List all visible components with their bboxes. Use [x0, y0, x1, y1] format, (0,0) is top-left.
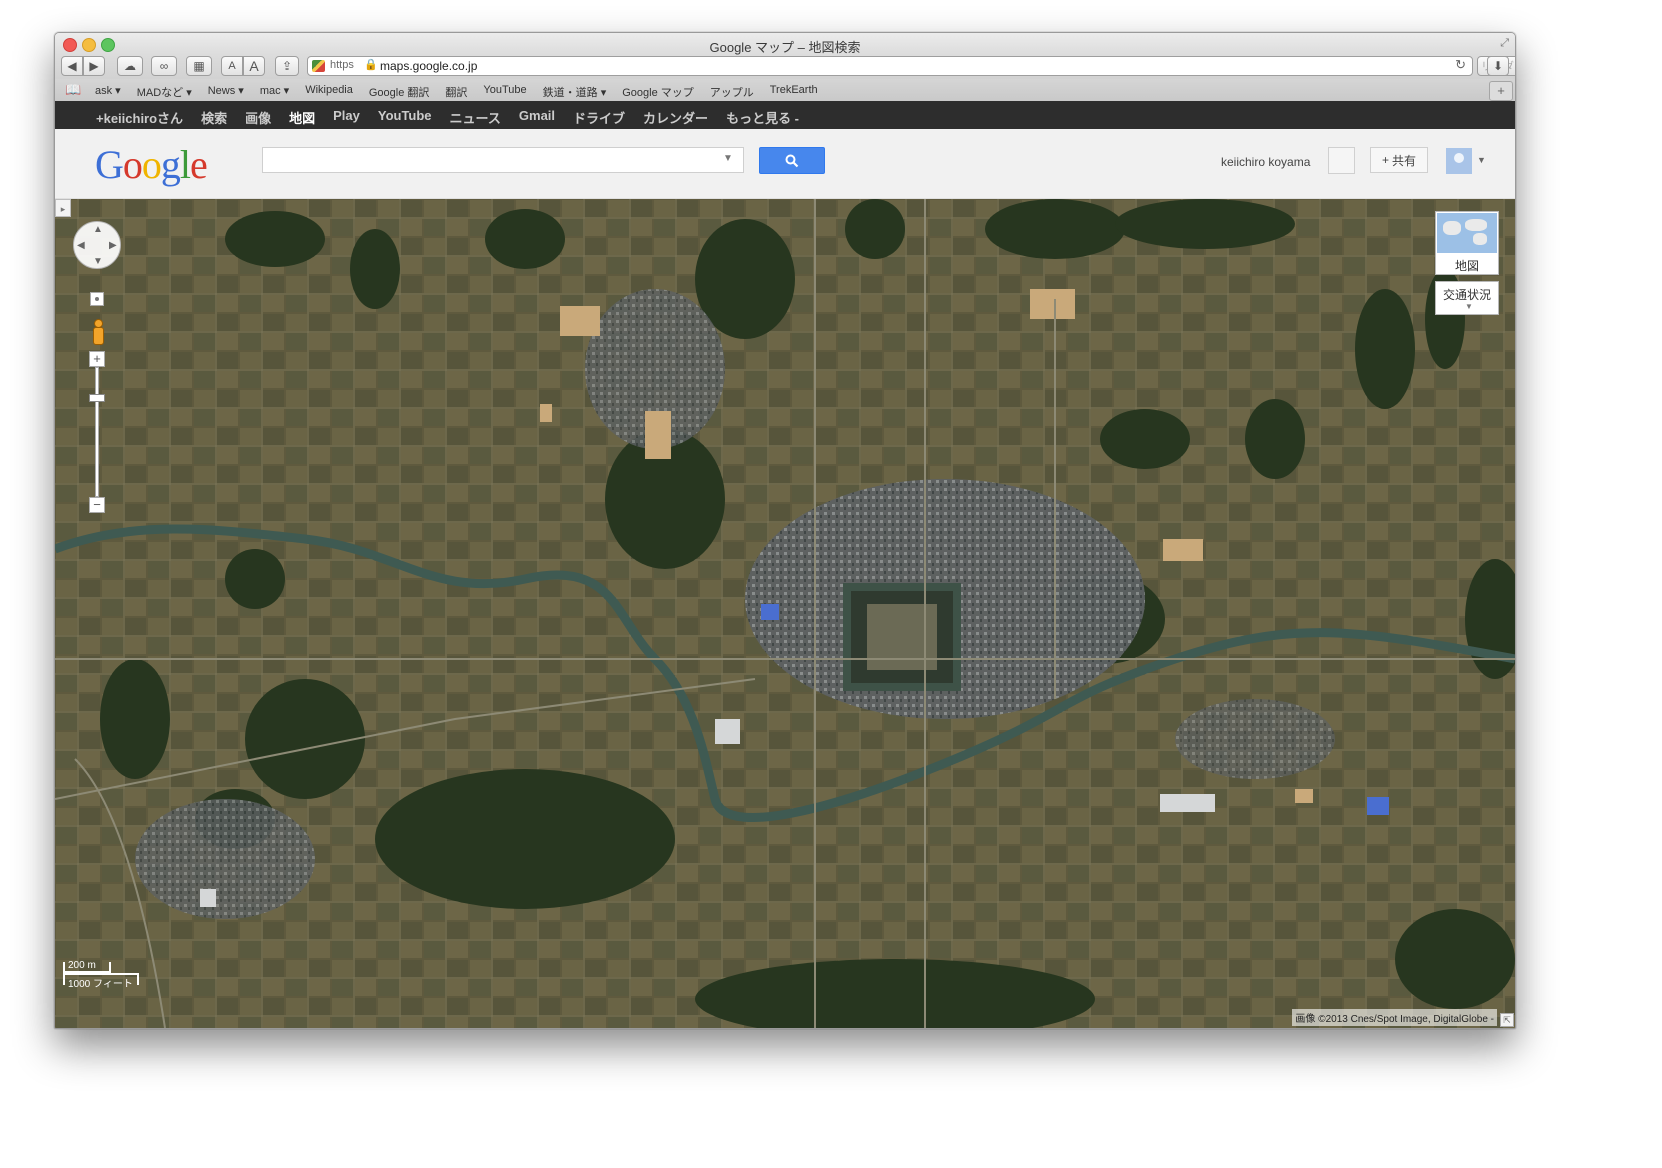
world-map-thumbnail — [1437, 213, 1497, 253]
bookmark-list: ask ▾ MADなど ▾ News ▾ mac ▾ Wikipedia Goo… — [95, 84, 818, 100]
share-icon: ⇪ — [281, 59, 293, 73]
title-bar: Google マップ – 地図検索 ⤢ — [55, 33, 1515, 55]
google-logo[interactable]: Google — [95, 141, 208, 188]
account-name[interactable]: keiichiro koyama — [1221, 155, 1310, 169]
grid-icon: ▦ — [193, 59, 205, 73]
font-smaller-button[interactable]: A — [221, 56, 243, 76]
share-button[interactable]: + 共有 — [1370, 147, 1428, 173]
pan-left-icon[interactable]: ◀ — [77, 240, 85, 251]
gbar-item-calendar[interactable]: カレンダー — [643, 108, 708, 127]
magnifier-icon — [785, 154, 799, 167]
bookmark-item[interactable]: アップル — [710, 84, 754, 100]
expand-corner-icon[interactable]: ⇱ — [1500, 1013, 1514, 1027]
map-search-input[interactable] — [262, 147, 744, 173]
url-text[interactable]: maps.google.co.jp — [380, 59, 477, 73]
zoom-slider-thumb[interactable] — [89, 394, 105, 402]
zoom-out-button[interactable]: − — [89, 497, 105, 513]
back-button[interactable]: ◀ — [61, 56, 83, 76]
bookmark-item[interactable]: Wikipedia — [305, 84, 353, 100]
scale-bar: 200 m 1000 フィート — [63, 960, 141, 990]
account-dropdown-icon[interactable]: ▼ — [1477, 155, 1486, 165]
google-nav-bar: +keiichiroさん 検索 画像 地図 Play YouTube ニュース … — [55, 101, 1515, 129]
plus-icon: + — [1381, 153, 1389, 167]
gbar-item-news[interactable]: ニュース — [450, 108, 501, 127]
forward-arrow-icon: ▶ — [89, 59, 99, 73]
traffic-label: 交通状況 — [1442, 288, 1491, 302]
new-tab-button[interactable]: + — [1489, 81, 1513, 101]
zoom-in-button[interactable]: + — [89, 351, 105, 367]
bookmark-item[interactable]: 鉄道・道路 ▾ — [543, 84, 607, 100]
zoom-slider-track[interactable] — [95, 367, 99, 497]
traffic-layer-button[interactable]: 交通状況 ▼ — [1435, 281, 1499, 315]
satellite-imagery — [55, 199, 1515, 1028]
share-label: 共有 — [1392, 153, 1417, 168]
bookmark-item[interactable]: Google 翻訳 — [369, 84, 430, 100]
bookmark-item[interactable]: YouTube — [483, 84, 526, 100]
pan-right-icon[interactable]: ▶ — [109, 240, 117, 251]
lock-icon: 🔒 — [364, 59, 378, 71]
scale-imperial-label: 1000 フィート — [68, 979, 133, 990]
gbar-item-youtube[interactable]: YouTube — [378, 108, 432, 127]
glasses-icon: ∞ — [159, 59, 169, 73]
imagery-attribution: 画像 ©2013 Cnes/Spot Image, DigitalGlobe - — [1292, 1009, 1497, 1026]
left-panel-toggle[interactable]: ▸ — [55, 199, 71, 217]
bookmark-item[interactable]: mac ▾ — [260, 84, 289, 100]
https-label: https — [330, 59, 354, 71]
gbar-item-search[interactable]: 検索 — [201, 108, 227, 127]
gbar-item-maps[interactable]: 地図 — [289, 108, 315, 127]
gbar-item-play[interactable]: Play — [333, 108, 360, 127]
download-icon: ⬇ — [1492, 59, 1504, 73]
bookmark-item[interactable]: TrekEarth — [770, 84, 818, 100]
notifications-button[interactable] — [1328, 147, 1355, 174]
chevron-down-icon: ▼ — [1465, 302, 1473, 311]
forward-button[interactable]: ▶ — [83, 56, 105, 76]
fullscreen-icon[interactable]: ⤢ — [1500, 37, 1509, 50]
share-page-button[interactable]: ⇪ — [275, 56, 299, 76]
pan-control[interactable]: ▲ ▼ ◀ ▶ — [73, 221, 121, 269]
avatar[interactable] — [1446, 148, 1472, 174]
google-nav-list: +keiichiroさん 検索 画像 地図 Play YouTube ニュース … — [96, 108, 799, 127]
site-favicon-icon — [312, 60, 325, 72]
google-header: Google ▼ keiichiro koyama + 共有 ▼ — [55, 129, 1515, 199]
address-bar[interactable]: https 🔒 maps.google.co.jp ↻ — [307, 56, 1473, 76]
browser-window: Google マップ – 地図検索 ⤢ ◀ ▶ ☁ ∞ ▦ A A ⇪ http… — [54, 32, 1516, 1029]
browser-toolbar: ◀ ▶ ☁ ∞ ▦ A A ⇪ https 🔒 maps.google.co.j… — [55, 55, 1515, 79]
reload-icon[interactable]: ↻ — [1455, 57, 1466, 73]
map-type-button[interactable]: 地図 — [1435, 211, 1499, 275]
back-arrow-icon: ◀ — [67, 59, 77, 73]
search-button[interactable] — [759, 147, 825, 174]
bookmark-item[interactable]: MADなど ▾ — [137, 84, 192, 100]
pan-down-icon[interactable]: ▼ — [93, 256, 103, 267]
downloads-button[interactable]: ⬇ — [1487, 56, 1509, 76]
gbar-item-gmail[interactable]: Gmail — [519, 108, 555, 127]
cloud-icon: ☁ — [124, 59, 136, 73]
gbar-item-more[interactable]: もっと見る - — [726, 108, 799, 127]
bookmark-item[interactable]: 翻訳 — [445, 84, 467, 100]
font-larger-button[interactable]: A — [243, 56, 265, 76]
gbar-item-plus[interactable]: +keiichiroさん — [96, 108, 183, 127]
bookmark-item[interactable]: ask ▾ — [95, 84, 121, 100]
icloud-tabs-button[interactable]: ☁ — [117, 56, 143, 76]
map-type-label: 地図 — [1454, 259, 1479, 273]
gbar-item-images[interactable]: 画像 — [245, 108, 271, 127]
pan-up-icon[interactable]: ▲ — [93, 224, 103, 235]
satellite-map[interactable]: ▸ ▲ ▼ ◀ ▶ + − 地図 交通状況 ▼ 200 m 1000 フィート … — [55, 199, 1515, 1028]
bookmarks-bar: 📖 ask ▾ MADなど ▾ News ▾ mac ▾ Wikipedia G… — [55, 79, 1515, 102]
top-sites-button[interactable]: ▦ — [186, 56, 212, 76]
reading-list-button[interactable]: ∞ — [151, 56, 177, 76]
pegman-icon[interactable] — [91, 319, 104, 345]
book-icon[interactable]: 📖 — [65, 82, 81, 98]
bookmark-item[interactable]: News ▾ — [208, 84, 244, 100]
zoom-reset-button[interactable] — [90, 292, 104, 306]
window-title: Google マップ – 地図検索 — [709, 40, 861, 55]
gbar-item-drive[interactable]: ドライブ — [573, 108, 625, 127]
scale-metric-label: 200 m — [68, 960, 96, 971]
bookmark-item[interactable]: Google マップ — [622, 84, 694, 100]
